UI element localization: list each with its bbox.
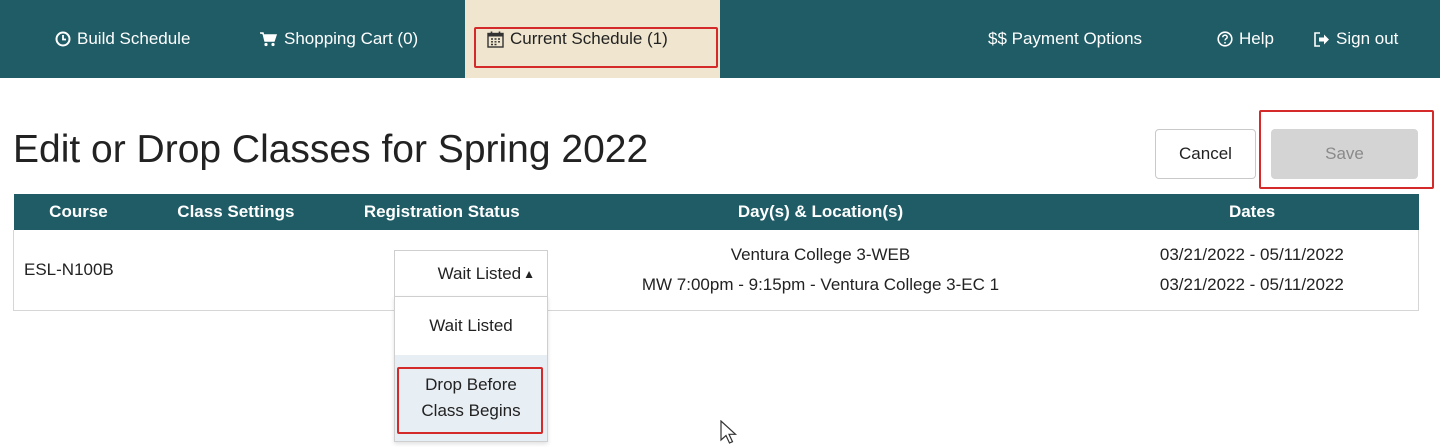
- nav-current-schedule[interactable]: Current Schedule (1): [465, 0, 720, 78]
- save-button[interactable]: Save: [1271, 129, 1418, 179]
- date-range: 03/21/2022 - 05/11/2022: [1159, 244, 1344, 264]
- course-code: ESL-N100B: [13, 230, 144, 311]
- nav-payment-options[interactable]: $$ Payment Options: [988, 0, 1142, 78]
- header-registration-status: Registration Status: [328, 194, 556, 230]
- class-settings-cell: [143, 230, 329, 311]
- header-days-locations: Day(s) & Location(s): [555, 194, 1086, 230]
- nav-sign-out-label: Sign out: [1336, 29, 1399, 48]
- mouse-cursor-icon: [720, 420, 738, 444]
- header-course: Course: [13, 194, 144, 230]
- nav-help-label: Help: [1239, 29, 1274, 48]
- schedule-table: Course Class Settings Registration Statu…: [13, 194, 1419, 311]
- nav-payment-options-label: $$ Payment Options: [988, 29, 1143, 48]
- clock-icon: [55, 31, 71, 47]
- date-range: 03/21/2022 - 05/11/2022: [1159, 274, 1344, 294]
- nav-shopping-cart[interactable]: Shopping Cart (0): [259, 0, 418, 78]
- sign-out-icon: [1313, 31, 1330, 47]
- location-line: Ventura College 3-WEB: [730, 244, 911, 264]
- status-selected-value: Wait Listed: [437, 263, 522, 283]
- cancel-button[interactable]: Cancel: [1155, 129, 1256, 179]
- locations-cell: Ventura College 3-WEB MW 7:00pm - 9:15pm…: [555, 230, 1086, 311]
- nav-build-schedule-label: Build Schedule: [77, 29, 191, 48]
- question-circle-icon: [1217, 31, 1233, 47]
- top-nav-bar: Build Schedule Shopping Cart (0) Current…: [0, 0, 1440, 78]
- nav-build-schedule[interactable]: Build Schedule: [55, 0, 190, 78]
- status-dropdown-menu: Wait Listed Drop Before Class Begins: [394, 296, 548, 442]
- option-drop-before-class-begins[interactable]: Drop Before Class Begins: [395, 355, 547, 441]
- option-wait-listed[interactable]: Wait Listed: [395, 297, 547, 355]
- registration-status-select[interactable]: Wait Listed ▲: [394, 250, 548, 296]
- nav-sign-out[interactable]: Sign out: [1313, 0, 1398, 78]
- nav-current-schedule-label: Current Schedule (1): [510, 29, 668, 48]
- location-line: MW 7:00pm - 9:15pm - Ventura College 3-E…: [641, 274, 1000, 294]
- option-drop-label: Drop Before Class Begins: [421, 375, 521, 420]
- calendar-icon: [487, 31, 504, 48]
- header-dates: Dates: [1085, 194, 1419, 230]
- table-row: ESL-N100B Ventura College 3-WEB MW 7:00p…: [13, 230, 1419, 311]
- nav-shopping-cart-label: Shopping Cart (0): [284, 29, 419, 48]
- dates-cell: 03/21/2022 - 05/11/2022 03/21/2022 - 05/…: [1085, 230, 1419, 311]
- nav-help[interactable]: Help: [1217, 0, 1274, 78]
- cart-icon: [259, 31, 278, 47]
- header-class-settings: Class Settings: [143, 194, 329, 230]
- table-header-row: Course Class Settings Registration Statu…: [13, 194, 1419, 230]
- caret-up-icon: ▲: [523, 266, 535, 281]
- page-title: Edit or Drop Classes for Spring 2022: [13, 128, 649, 171]
